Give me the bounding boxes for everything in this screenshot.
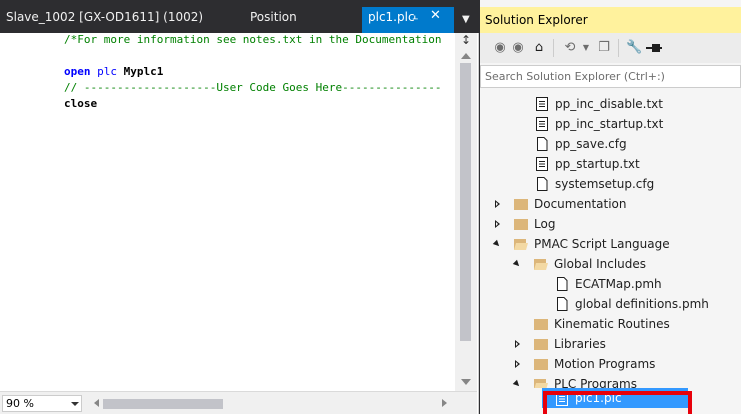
code-editor-pane: Slave_1002 [GX-OD1611] (1002) Position p…: [0, 0, 479, 414]
pending-changes-filter-icon[interactable]: ⟲: [562, 40, 578, 56]
scroll-left-arrow-icon[interactable]: [94, 399, 99, 407]
expand-arrow-icon[interactable]: [495, 220, 500, 228]
text-file-icon: [535, 157, 549, 171]
pin-icon[interactable]: ⫠: [412, 7, 418, 27]
text-file-icon: [535, 117, 549, 131]
zoom-level-value: 90 %: [6, 397, 34, 410]
expand-arrow-icon[interactable]: [495, 200, 500, 208]
tree-item-label: PMAC Script Language: [534, 237, 670, 251]
folder-open-icon: [514, 237, 528, 251]
pin-auto-hide-icon[interactable]: [646, 40, 662, 56]
tree-item-pp-save[interactable]: pp_save.cfg: [480, 134, 741, 154]
tree-item-label: PLC Programs: [554, 377, 637, 388]
keyword-plc: plc: [97, 65, 117, 78]
collapse-arrow-icon[interactable]: [512, 379, 522, 388]
callout-highlight-box: [543, 391, 692, 414]
file-icon: [535, 137, 549, 151]
horizontal-scroll-thumb[interactable]: [103, 399, 223, 409]
solution-tree: pp_inc_disable.txt pp_inc_startup.txt pp…: [480, 90, 741, 414]
chevron-down-icon[interactable]: ▼: [578, 40, 594, 56]
scroll-down-arrow-icon[interactable]: [461, 379, 471, 385]
tree-item-global-includes[interactable]: Global Includes: [480, 254, 741, 274]
folder-icon: [534, 357, 548, 371]
tree-item-label: Motion Programs: [554, 357, 656, 371]
text-file-icon: [535, 97, 549, 111]
collapse-arrow-icon[interactable]: [492, 239, 502, 249]
tree-item-label: Kinematic Routines: [554, 317, 670, 331]
tab-position[interactable]: Position: [250, 7, 297, 33]
tree-item-label: Libraries: [554, 337, 606, 351]
tree-item-kinematic-routines[interactable]: Kinematic Routines: [480, 314, 741, 334]
tree-item-label: pp_inc_startup.txt: [555, 117, 664, 131]
solution-explorer-toolbar: ◉ ◉ ⌂ ⟲ ▼ ❐ 🔧: [480, 33, 741, 63]
file-icon: [555, 277, 569, 291]
expand-arrow-icon[interactable]: [515, 340, 520, 348]
tree-item-ecatmap[interactable]: ECATMap.pmh: [480, 274, 741, 294]
zoom-level-dropdown[interactable]: 90 %: [2, 395, 82, 412]
folder-icon: [534, 337, 548, 351]
vertical-scrollbar[interactable]: ↕: [455, 33, 477, 391]
scroll-up-arrow-icon[interactable]: [461, 53, 471, 59]
chevron-down-icon: [71, 402, 79, 406]
search-input[interactable]: Search Solution Explorer (Ctrl+:): [480, 65, 741, 88]
vertical-scroll-thumb[interactable]: [460, 63, 471, 341]
tree-item-label: pp_inc_disable.txt: [555, 97, 663, 111]
toolbar-separator: [553, 39, 554, 57]
folder-icon: [514, 217, 528, 231]
folder-icon: [514, 197, 528, 211]
tree-item-libraries[interactable]: Libraries: [480, 334, 741, 354]
close-icon[interactable]: ✕: [430, 6, 441, 26]
tab-overflow-dropdown-icon[interactable]: ▼: [462, 14, 470, 25]
tree-item-label: Documentation: [534, 197, 627, 211]
tab-plc1-plc[interactable]: plc1.plc ⫠ ✕: [362, 7, 454, 33]
tree-item-label: pp_startup.txt: [555, 157, 640, 171]
plc-name: Myplc1: [123, 65, 164, 78]
scroll-right-arrow-icon[interactable]: [442, 399, 447, 407]
solution-explorer-panel: Solution Explorer ◉ ◉ ⌂ ⟲ ▼ ❐ 🔧 Search S…: [480, 0, 741, 414]
tab-label: plc1.plc: [368, 10, 415, 24]
tab-slave-1002[interactable]: Slave_1002 [GX-OD1611] (1002): [6, 7, 203, 33]
tree-item-pp-inc-startup[interactable]: pp_inc_startup.txt: [480, 114, 741, 134]
editor-footer-bar: 90 %: [0, 391, 477, 414]
tree-item-pp-startup[interactable]: pp_startup.txt: [480, 154, 741, 174]
folder-open-icon: [534, 257, 548, 271]
tree-item-log[interactable]: Log: [480, 214, 741, 234]
toolbar-separator: [618, 39, 619, 57]
code-line-user-code-comment: // --------------------User Code Goes He…: [64, 81, 442, 94]
tree-item-documentation[interactable]: Documentation: [480, 194, 741, 214]
file-icon: [535, 177, 549, 191]
tree-item-label: global definitions.pmh: [575, 297, 709, 311]
home-icon[interactable]: ⌂: [531, 40, 547, 56]
tree-item-systemsetup[interactable]: systemsetup.cfg: [480, 174, 741, 194]
code-text-area[interactable]: /*For more information see notes.txt in …: [0, 33, 453, 391]
split-editor-icon[interactable]: ↕: [459, 33, 473, 47]
code-line-comment-header: /*For more information see notes.txt in …: [64, 33, 442, 46]
tree-item-label: ECATMap.pmh: [575, 277, 662, 291]
tree-item-pp-inc-disable[interactable]: pp_inc_disable.txt: [480, 94, 741, 114]
tree-item-label: Log: [534, 217, 556, 231]
tree-item-label: pp_save.cfg: [555, 137, 627, 151]
code-line-close: close: [64, 97, 98, 110]
tree-item-global-definitions[interactable]: global definitions.pmh: [480, 294, 741, 314]
document-tab-strip: Slave_1002 [GX-OD1611] (1002) Position p…: [0, 0, 479, 33]
code-line-open-plc: open plc Myplc1: [64, 65, 163, 78]
forward-icon[interactable]: ◉: [510, 40, 526, 56]
expand-arrow-icon[interactable]: [515, 360, 520, 368]
tree-item-plc-programs[interactable]: PLC Programs: [480, 374, 741, 388]
tree-item-label: systemsetup.cfg: [555, 177, 655, 191]
back-icon[interactable]: ◉: [492, 40, 508, 56]
tree-item-label: Global Includes: [554, 257, 647, 271]
solution-explorer-title: Solution Explorer: [480, 7, 741, 33]
keyword-open: open: [64, 65, 91, 78]
tree-item-pmac-script-language[interactable]: PMAC Script Language: [480, 234, 741, 254]
file-icon: [555, 297, 569, 311]
collapse-arrow-icon[interactable]: [512, 259, 522, 269]
properties-wrench-icon[interactable]: 🔧: [626, 40, 642, 56]
tree-item-motion-programs[interactable]: Motion Programs: [480, 354, 741, 374]
folder-open-icon: [534, 377, 548, 388]
folder-icon: [534, 317, 548, 331]
collapse-all-icon[interactable]: ❐: [596, 40, 612, 56]
